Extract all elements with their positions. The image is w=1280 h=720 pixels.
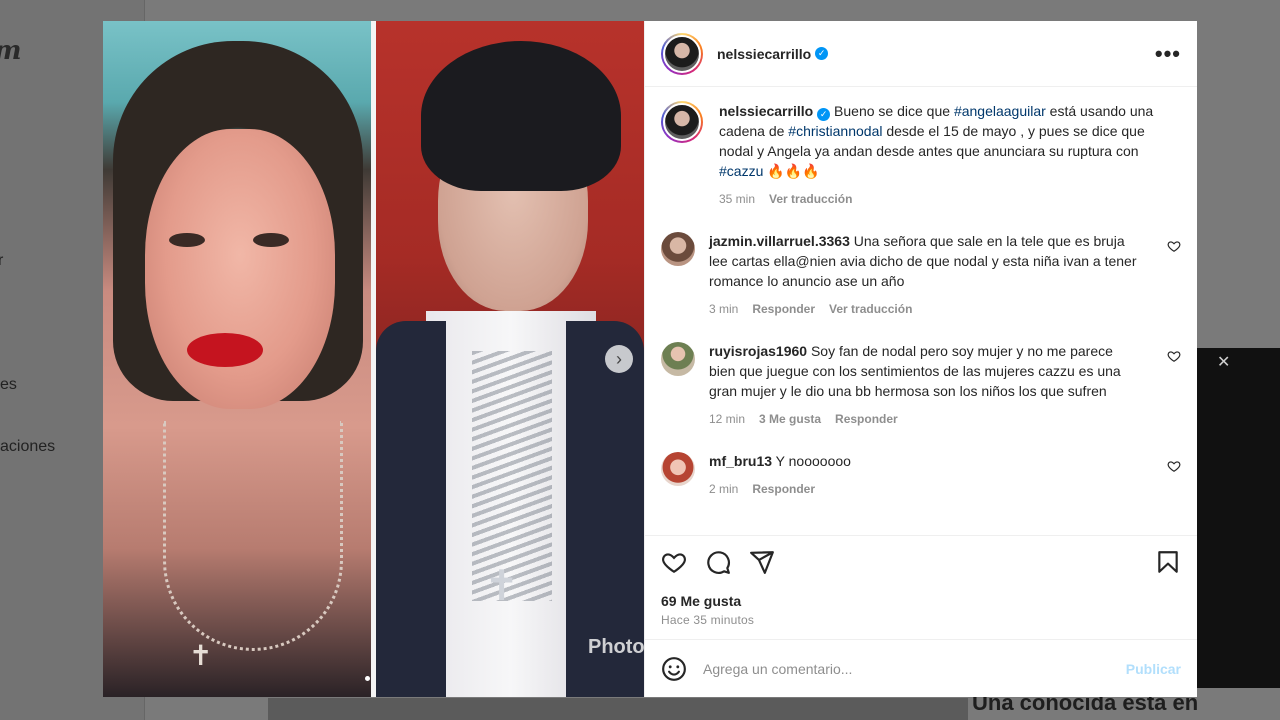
reply-button[interactable]: Responder — [835, 412, 898, 426]
avatar[interactable] — [661, 32, 703, 75]
comment-item: ruyisrojas1960 Soy fan de nodal pero soy… — [661, 341, 1181, 429]
hashtag-link[interactable]: #angelaaguilar — [954, 103, 1046, 119]
avatar[interactable] — [661, 101, 703, 143]
more-icon[interactable]: ••• — [1155, 42, 1181, 65]
comment-icon[interactable] — [705, 549, 731, 575]
cross-pendant: ✝ — [189, 640, 213, 671]
comment-text: Y nooooooo — [775, 453, 851, 469]
translate-link[interactable]: Ver traducción — [829, 302, 912, 316]
heart-icon[interactable] — [661, 549, 687, 575]
post-panel: nelssiecarrillo ✓ ••• nelssiecarrillo ✓ B… — [644, 21, 1197, 697]
reply-button[interactable]: Responder — [752, 482, 815, 496]
post-actions — [645, 535, 1197, 587]
translate-link[interactable]: Ver traducción — [769, 192, 852, 206]
background-nav-item[interactable]: aciones — [0, 438, 55, 456]
cross-pendant: ✝ — [484, 562, 520, 609]
background-nav-item[interactable]: es — [0, 376, 17, 394]
emoji-icon[interactable] — [661, 656, 687, 682]
hashtag-link[interactable]: #christiannodal — [788, 123, 882, 139]
avatar[interactable] — [661, 342, 695, 376]
comment-likes[interactable]: 3 Me gusta — [759, 412, 821, 426]
photo-right: ✝ — [376, 21, 644, 697]
share-icon[interactable] — [749, 549, 775, 575]
comment-item: jazmin.villarruel.3363 Una señora que sa… — [661, 231, 1181, 319]
heart-icon[interactable] — [1167, 349, 1181, 363]
caption-time[interactable]: 35 min — [719, 192, 755, 206]
photo-left: ✝ — [103, 21, 371, 697]
hashtag-link[interactable]: #cazzu — [719, 163, 763, 179]
chevron-right-icon[interactable]: › — [605, 345, 633, 373]
carousel-dot — [365, 676, 370, 681]
fire-emoji: 🔥🔥🔥 — [763, 163, 820, 179]
bookmark-icon[interactable] — [1155, 549, 1181, 575]
background-video — [1197, 348, 1280, 688]
background-logo: m — [0, 36, 22, 66]
post-media[interactable]: ✝ ✝ Photo › — [103, 21, 644, 697]
close-icon[interactable]: ✕ — [1217, 352, 1230, 372]
comment-author[interactable]: jazmin.villarruel.3363 — [709, 233, 850, 249]
post-author[interactable]: nelssiecarrillo — [717, 46, 811, 62]
background-thumbnails — [268, 698, 968, 720]
comment-author[interactable]: ruyisrojas1960 — [709, 343, 807, 359]
background-nav-item[interactable]: r — [0, 252, 3, 270]
heart-icon[interactable] — [1167, 459, 1181, 473]
post-header: nelssiecarrillo ✓ ••• — [645, 21, 1197, 87]
avatar[interactable] — [661, 452, 695, 486]
comment-author[interactable]: mf_bru13 — [709, 453, 772, 469]
verified-icon: ✓ — [817, 107, 831, 121]
publish-button[interactable]: Publicar — [1126, 661, 1181, 677]
post-timestamp: Hace 35 minutos — [661, 613, 755, 627]
reply-button[interactable]: Responder — [752, 302, 815, 316]
heart-icon[interactable] — [1167, 239, 1181, 253]
verified-icon: ✓ — [815, 47, 829, 60]
photo-watermark: Photo — [588, 636, 644, 658]
caption: nelssiecarrillo ✓ Bueno se dice que #ange… — [661, 101, 1181, 209]
add-comment-bar: Publicar — [645, 639, 1197, 697]
likes-count[interactable]: 69 Me gusta — [645, 587, 1197, 609]
caption-author[interactable]: nelssiecarrillo — [719, 103, 813, 119]
comment-input[interactable] — [703, 660, 1126, 677]
avatar[interactable] — [661, 232, 695, 266]
post-modal: ✝ ✝ Photo › nelssiecarrillo ✓ ••• nelssi… — [103, 21, 1197, 697]
comment-item: mf_bru13 Y nooooooo 2 min Responder — [661, 451, 1181, 499]
comments-list[interactable]: nelssiecarrillo ✓ Bueno se dice que #ange… — [645, 87, 1197, 535]
